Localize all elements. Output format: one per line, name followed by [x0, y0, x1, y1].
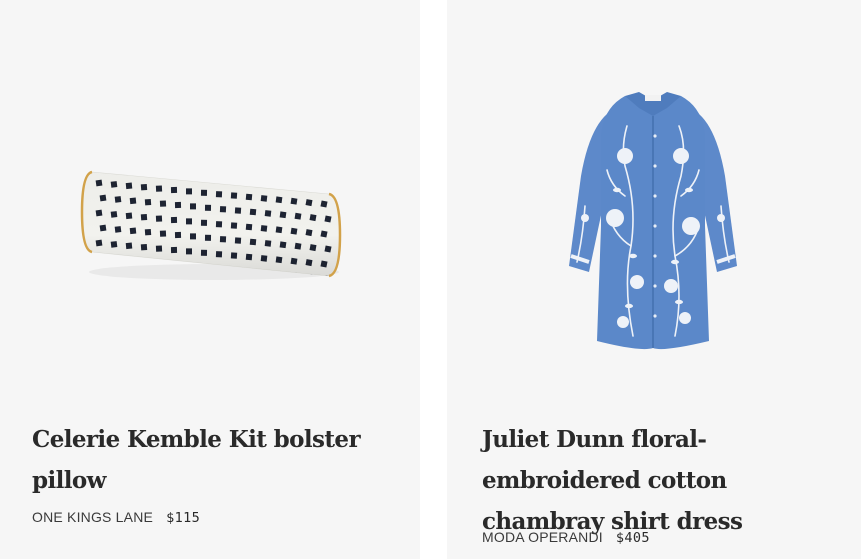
product-image-link[interactable] [0, 0, 420, 410]
product-meta: ONE KINGS LANE $115 [32, 509, 200, 526]
bolster-pillow-image [80, 170, 342, 280]
product-meta: MODA OPERANDI $405 [482, 529, 650, 546]
product-retailer: MODA OPERANDI [482, 529, 603, 545]
product-price: $115 [166, 510, 201, 526]
product-title[interactable]: Juliet Dunn floral-embroidered cotton ch… [482, 419, 842, 542]
product-image-link[interactable] [447, 0, 861, 410]
product-card-bolster-pillow[interactable]: Celerie Kemble Kit bolster pillow ONE KI… [0, 0, 420, 559]
product-retailer: ONE KINGS LANE [32, 509, 154, 525]
shirt-dress-image [569, 92, 737, 350]
product-grid: Celerie Kemble Kit bolster pillow ONE KI… [0, 0, 861, 559]
product-card-shirt-dress[interactable]: Juliet Dunn floral-embroidered cotton ch… [447, 0, 861, 559]
product-price: $405 [615, 530, 650, 546]
product-title[interactable]: Celerie Kemble Kit bolster pillow [32, 419, 412, 501]
